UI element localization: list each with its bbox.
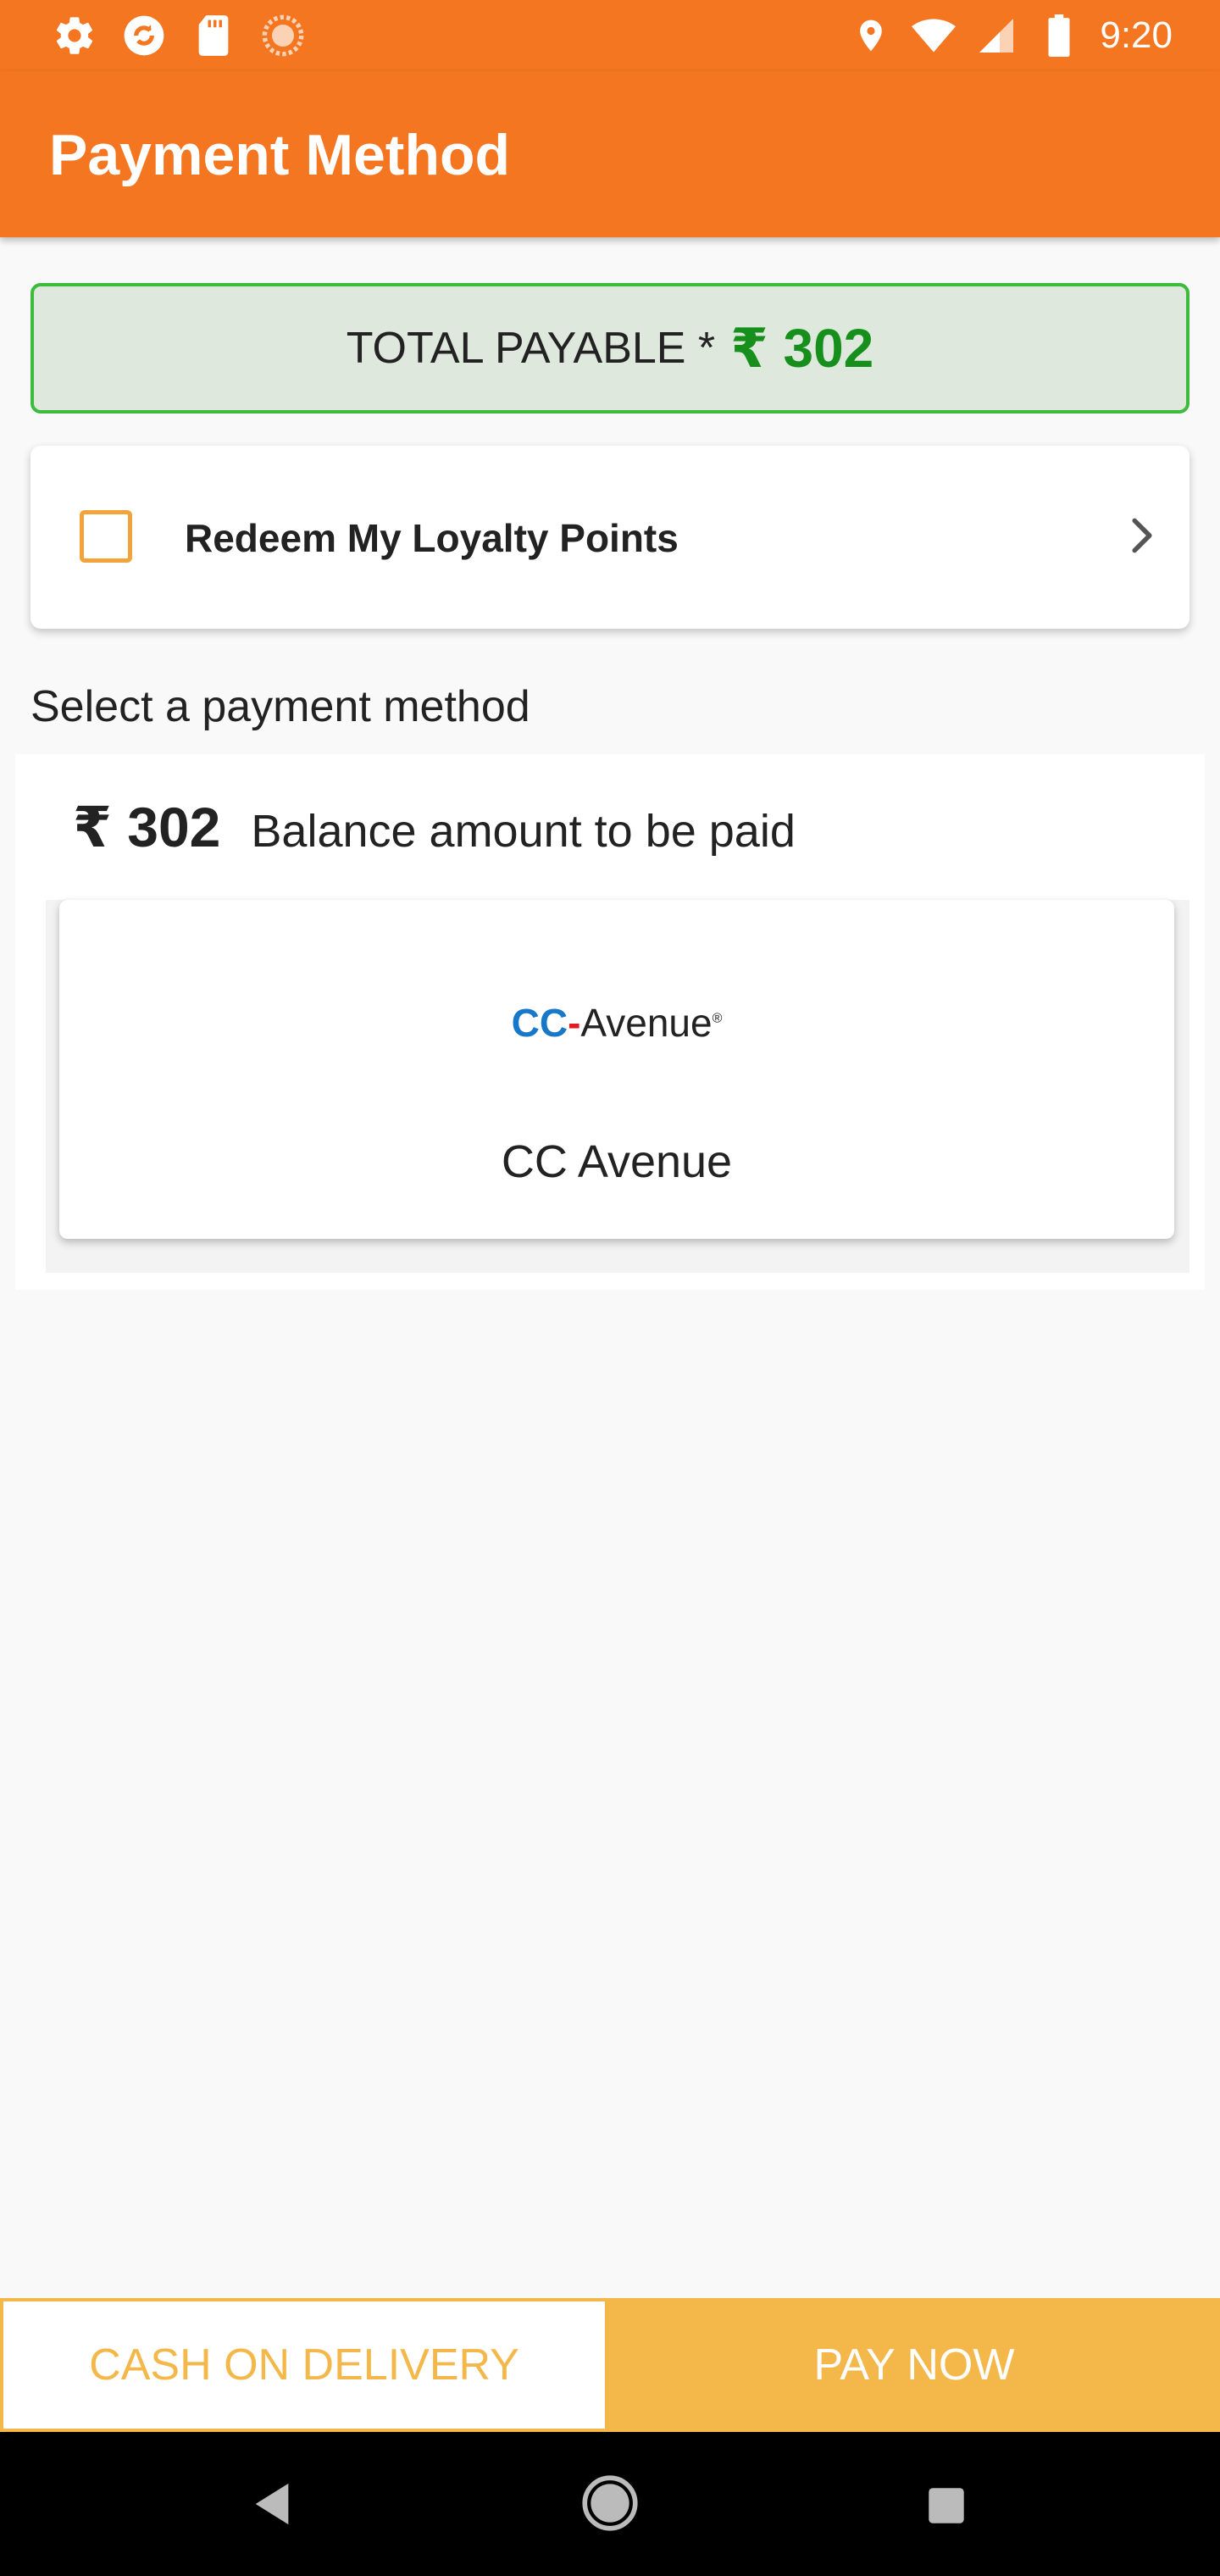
pay-now-button[interactable]: PAY NOW xyxy=(608,2298,1220,2432)
back-icon[interactable] xyxy=(251,2479,293,2533)
settings-icon xyxy=(51,12,98,59)
battery-icon xyxy=(1037,14,1081,58)
cash-on-delivery-button[interactable]: CASH ON DELIVERY xyxy=(0,2298,608,2432)
system-nav-bar xyxy=(0,2432,1220,2576)
balance-row: ₹ 302 Balance amount to be paid xyxy=(73,795,796,860)
redeem-loyalty-checkbox[interactable] xyxy=(80,510,132,563)
status-right-icons: 9:20 xyxy=(849,12,1173,59)
balance-label: Balance amount to be paid xyxy=(251,806,796,857)
circle-dots-icon xyxy=(259,12,307,59)
redeem-loyalty-label: Redeem My Loyalty Points xyxy=(185,516,679,560)
recent-apps-icon[interactable] xyxy=(927,2486,966,2529)
payment-method-name: CC Avenue xyxy=(501,1136,733,1187)
home-icon[interactable] xyxy=(581,2474,639,2536)
status-bar: 9:20 xyxy=(0,0,1220,71)
page-title: Payment Method xyxy=(49,123,511,187)
payment-section: ₹ 302 Balance amount to be paid CC-Avenu… xyxy=(15,754,1205,1290)
wifi-icon xyxy=(912,14,957,58)
redeem-loyalty-row[interactable]: Redeem My Loyalty Points xyxy=(30,446,1190,629)
app-bar: Payment Method xyxy=(0,71,1220,237)
balance-amount: ₹ 302 xyxy=(73,796,221,858)
select-payment-heading: Select a payment method xyxy=(30,682,530,731)
location-icon xyxy=(849,14,893,58)
signal-icon xyxy=(974,14,1018,58)
ccavenue-logo: CC-Avenue® xyxy=(511,1001,723,1045)
sd-card-icon xyxy=(190,12,237,59)
status-left-icons xyxy=(51,12,307,59)
total-payable-box: TOTAL PAYABLE * ₹ 302 xyxy=(30,283,1190,414)
total-payable-label: TOTAL PAYABLE * xyxy=(346,324,716,373)
payment-method-card-ccavenue[interactable]: CC-Avenue® CC Avenue xyxy=(59,900,1174,1239)
bottom-action-bar: CASH ON DELIVERY PAY NOW xyxy=(0,2298,1220,2432)
payment-methods-list: CC-Avenue® CC Avenue xyxy=(46,900,1190,1273)
status-time: 9:20 xyxy=(1100,14,1173,56)
total-payable-value: ₹ 302 xyxy=(730,317,874,379)
sync-icon xyxy=(120,12,168,59)
chevron-right-icon[interactable] xyxy=(1118,512,1166,559)
